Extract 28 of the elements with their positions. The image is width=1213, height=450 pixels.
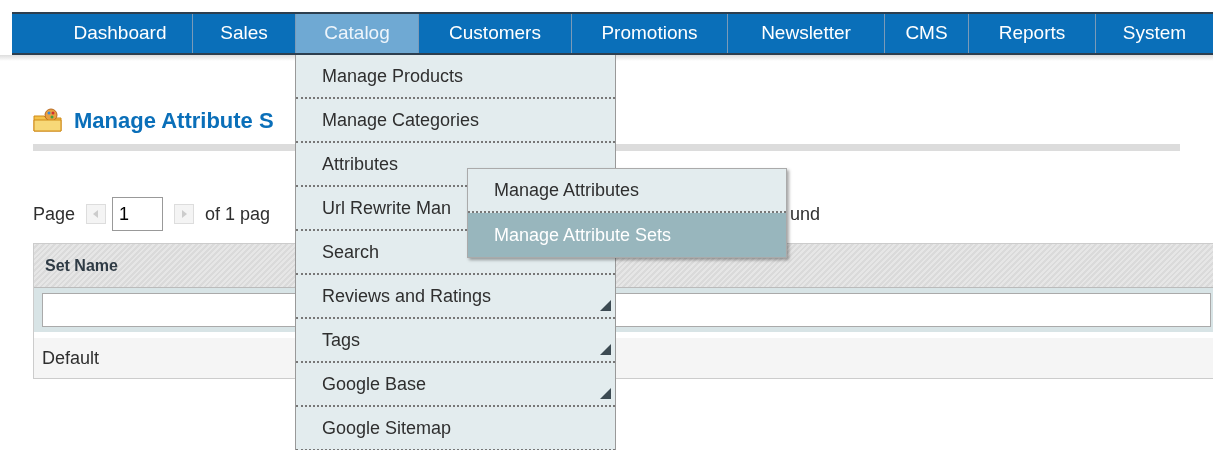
page-title: Manage Attribute S	[74, 106, 274, 135]
right-arrow-icon	[181, 210, 188, 218]
corner-arrow-icon	[600, 344, 611, 355]
corner-arrow-icon	[600, 388, 611, 399]
nav-tab[interactable]: Newsletter	[727, 14, 884, 53]
nav-tab[interactable]: System	[1095, 14, 1213, 53]
menu-item[interactable]: Manage Categories	[296, 99, 615, 143]
nav-tab[interactable]: CMS	[884, 14, 968, 53]
table-cell-text: Default	[42, 346, 100, 370]
folder-icon	[33, 108, 63, 132]
menu-item[interactable]: Manage Products	[296, 55, 615, 99]
left-arrow-icon	[93, 210, 100, 218]
records-found-text: und	[789, 202, 820, 226]
corner-arrow-icon	[600, 300, 611, 311]
nav-tab[interactable]: Dashboard	[12, 14, 192, 53]
nav-tab[interactable]: Reports	[968, 14, 1095, 53]
next-page-button[interactable]	[174, 204, 195, 224]
menu-item[interactable]: Google Sitemap	[296, 407, 615, 450]
nav-tab[interactable]: Promotions	[571, 14, 727, 53]
pager-label: Page	[33, 202, 76, 226]
pager-text: of 1 pag	[205, 202, 271, 226]
column-header[interactable]: Set Name	[45, 253, 118, 278]
menu-item[interactable]: Google Base	[296, 363, 615, 407]
nav-tab[interactable]: Customers	[418, 14, 571, 53]
previous-page-button[interactable]	[86, 204, 107, 224]
page-number-field[interactable]: 1	[112, 197, 164, 231]
menu-item[interactable]: Reviews and Ratings	[296, 275, 615, 319]
menu-item[interactable]: Tags	[296, 319, 615, 363]
